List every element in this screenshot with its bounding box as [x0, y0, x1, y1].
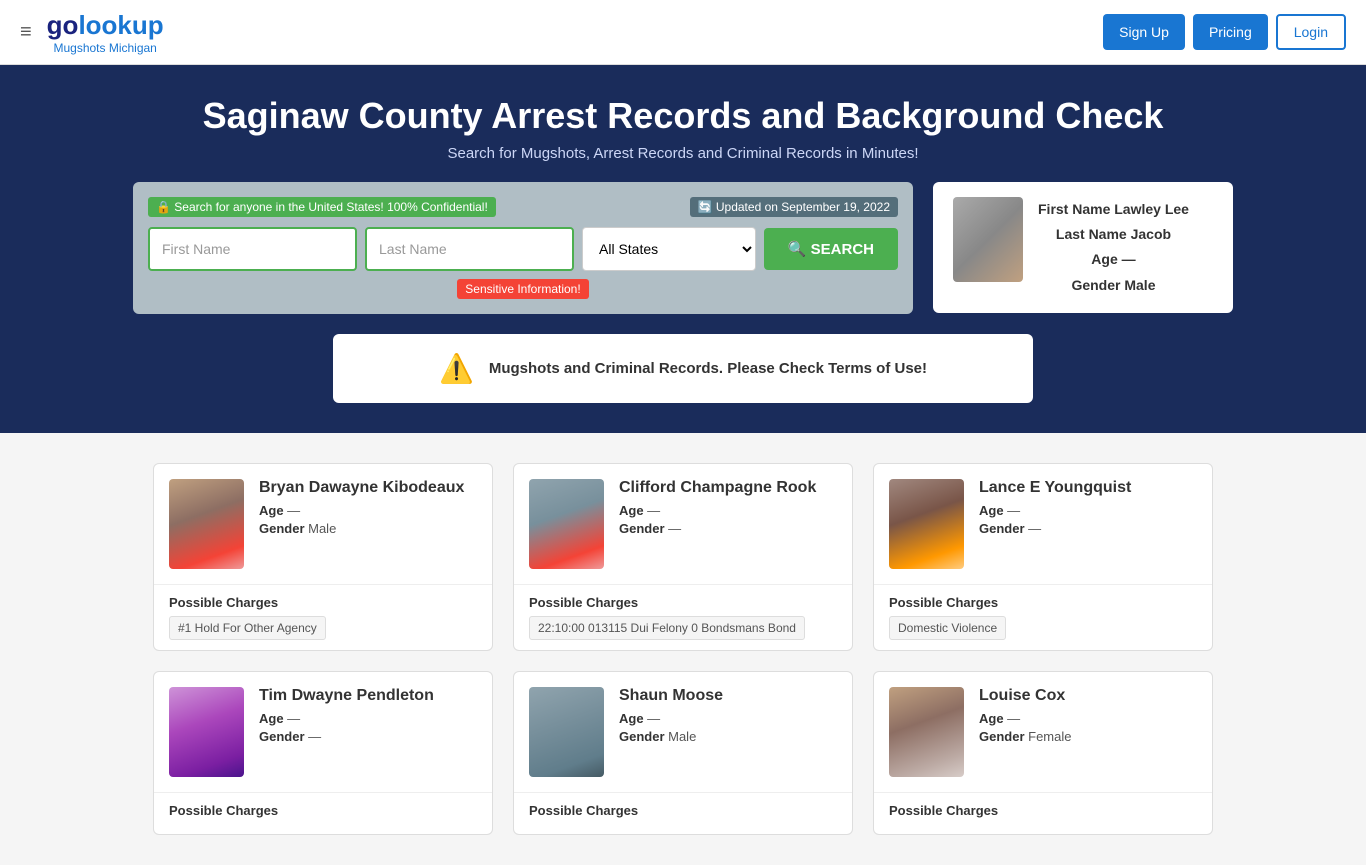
featured-person-avatar — [953, 197, 1023, 282]
search-button[interactable]: 🔍 SEARCH — [764, 228, 898, 270]
person-card[interactable]: Louise Cox Age — Gender Female Possible … — [873, 671, 1213, 835]
person-gender: Gender — — [979, 521, 1131, 536]
confidential-badge: 🔒 Search for anyone in the United States… — [148, 197, 496, 217]
person-name: Tim Dwayne Pendleton — [259, 687, 434, 705]
person-grid: Bryan Dawayne Kibodeaux Age — Gender Mal… — [153, 463, 1213, 835]
person-gender: Gender Female — [979, 729, 1071, 744]
search-container: 🔒 Search for anyone in the United States… — [133, 182, 1233, 314]
last-name-input[interactable] — [365, 227, 574, 271]
person-age: Age — — [979, 711, 1071, 726]
pricing-button[interactable]: Pricing — [1193, 14, 1268, 50]
person-card[interactable]: Lance E Youngquist Age — Gender — Possib… — [873, 463, 1213, 651]
person-age: Age — — [259, 711, 434, 726]
sensitive-badge: Sensitive Information! — [457, 279, 588, 299]
mugshot — [169, 479, 244, 569]
person-name: Clifford Champagne Rook — [619, 479, 816, 497]
person-card-top: Louise Cox Age — Gender Female — [874, 672, 1212, 792]
charge-badge: Domestic Violence — [889, 616, 1006, 640]
logo-subtitle: Mugshots Michigan — [47, 41, 164, 55]
hero-section: Saginaw County Arrest Records and Backgr… — [0, 65, 1366, 433]
featured-first-name: First Name Lawley Lee — [1038, 197, 1189, 222]
charge-badge: 22:10:00 013115 Dui Felony 0 Bondsmans B… — [529, 616, 805, 640]
person-gender: Gender Male — [619, 729, 723, 744]
person-details: Bryan Dawayne Kibodeaux Age — Gender Mal… — [259, 479, 464, 539]
logo-text: golookup — [47, 10, 164, 41]
charges-label: Possible Charges — [169, 803, 477, 818]
mugshot — [529, 479, 604, 569]
person-age: Age — — [619, 503, 816, 518]
featured-person-info: First Name Lawley Lee Last Name Jacob Ag… — [1038, 197, 1189, 298]
charges-section: Possible Charges — [874, 792, 1212, 834]
person-age: Age — — [619, 711, 723, 726]
states-select[interactable]: All States — [582, 227, 756, 271]
updated-badge: 🔄 Updated on September 19, 2022 — [690, 197, 898, 217]
logo[interactable]: golookup Mugshots Michigan — [47, 10, 164, 55]
first-name-input[interactable] — [148, 227, 357, 271]
person-name: Louise Cox — [979, 687, 1071, 705]
charges-label: Possible Charges — [529, 803, 837, 818]
header: ≡ golookup Mugshots Michigan Sign Up Pri… — [0, 0, 1366, 65]
featured-last-name: Last Name Jacob — [1038, 222, 1189, 247]
alert-text: Mugshots and Criminal Records. Please Ch… — [489, 360, 927, 377]
person-details: Tim Dwayne Pendleton Age — Gender — — [259, 687, 434, 747]
person-name: Lance E Youngquist — [979, 479, 1131, 497]
charge-badge: #1 Hold For Other Agency — [169, 616, 326, 640]
charges-section: Possible Charges Domestic Violence — [874, 584, 1212, 650]
person-details: Lance E Youngquist Age — Gender — — [979, 479, 1131, 539]
search-inputs: All States 🔍 SEARCH — [148, 227, 898, 271]
person-card[interactable]: Bryan Dawayne Kibodeaux Age — Gender Mal… — [153, 463, 493, 651]
page-title: Saginaw County Arrest Records and Backgr… — [20, 95, 1346, 137]
mugshot — [889, 687, 964, 777]
charges-section: Possible Charges — [154, 792, 492, 834]
charges-label: Possible Charges — [889, 803, 1197, 818]
search-top-bar: 🔒 Search for anyone in the United States… — [148, 197, 898, 217]
charges-label: Possible Charges — [529, 595, 837, 610]
person-card-top: Clifford Champagne Rook Age — Gender — — [514, 464, 852, 584]
featured-person-card[interactable]: First Name Lawley Lee Last Name Jacob Ag… — [933, 182, 1233, 313]
mugshot — [169, 687, 244, 777]
person-card[interactable]: Tim Dwayne Pendleton Age — Gender — Poss… — [153, 671, 493, 835]
person-card[interactable]: Clifford Champagne Rook Age — Gender — P… — [513, 463, 853, 651]
menu-icon[interactable]: ≡ — [20, 21, 32, 44]
person-name: Shaun Moose — [619, 687, 723, 705]
charges-section: Possible Charges — [514, 792, 852, 834]
login-button[interactable]: Login — [1276, 14, 1346, 50]
person-gender: Gender Male — [259, 521, 464, 536]
charges-label: Possible Charges — [169, 595, 477, 610]
charges-section: Possible Charges #1 Hold For Other Agenc… — [154, 584, 492, 650]
header-nav: Sign Up Pricing Login — [1103, 14, 1346, 50]
person-gender: Gender — — [619, 521, 816, 536]
charges-section: Possible Charges 22:10:00 013115 Dui Fel… — [514, 584, 852, 650]
header-left: ≡ golookup Mugshots Michigan — [20, 10, 164, 55]
person-details: Clifford Champagne Rook Age — Gender — — [619, 479, 816, 539]
person-age: Age — — [259, 503, 464, 518]
person-details: Louise Cox Age — Gender Female — [979, 687, 1071, 747]
search-box: 🔒 Search for anyone in the United States… — [133, 182, 913, 314]
person-card-top: Tim Dwayne Pendleton Age — Gender — — [154, 672, 492, 792]
person-card-top: Shaun Moose Age — Gender Male — [514, 672, 852, 792]
mugshot — [889, 479, 964, 569]
person-name: Bryan Dawayne Kibodeaux — [259, 479, 464, 497]
person-card-top: Lance E Youngquist Age — Gender — — [874, 464, 1212, 584]
mugshot — [529, 687, 604, 777]
person-details: Shaun Moose Age — Gender Male — [619, 687, 723, 747]
page-subtitle: Search for Mugshots, Arrest Records and … — [20, 145, 1346, 162]
alert-icon: ⚠️ — [439, 352, 474, 385]
person-card-top: Bryan Dawayne Kibodeaux Age — Gender Mal… — [154, 464, 492, 584]
signup-button[interactable]: Sign Up — [1103, 14, 1185, 50]
featured-age: Age — — [1038, 247, 1189, 272]
charges-label: Possible Charges — [889, 595, 1197, 610]
main-content: Bryan Dawayne Kibodeaux Age — Gender Mal… — [133, 463, 1233, 835]
featured-gender: Gender Male — [1038, 273, 1189, 298]
person-age: Age — — [979, 503, 1131, 518]
person-gender: Gender — — [259, 729, 434, 744]
person-card[interactable]: Shaun Moose Age — Gender Male Possible C… — [513, 671, 853, 835]
alert-bar: ⚠️ Mugshots and Criminal Records. Please… — [333, 334, 1033, 403]
